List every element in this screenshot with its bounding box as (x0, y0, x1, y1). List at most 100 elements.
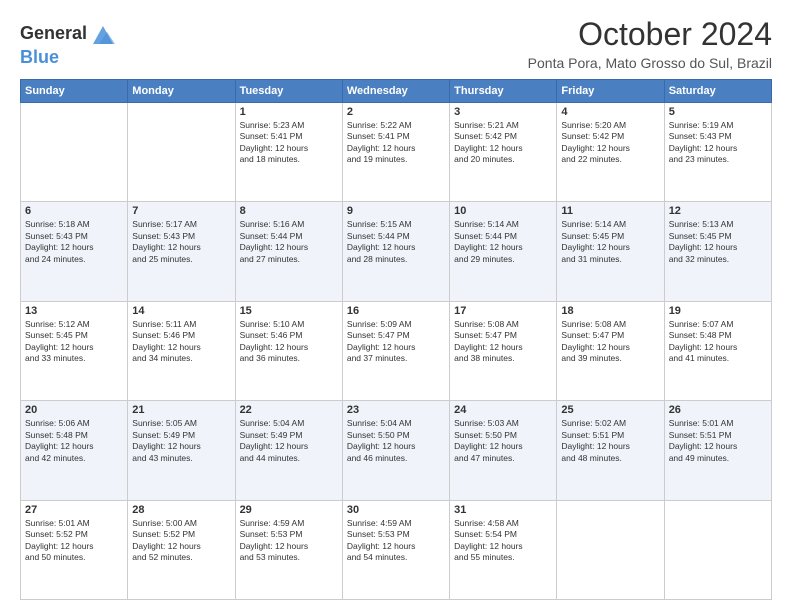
day-info: Sunrise: 5:19 AM Sunset: 5:43 PM Dayligh… (669, 120, 767, 166)
page: General Blue October 2024 Ponta Pora, Ma… (0, 0, 792, 612)
day-info: Sunrise: 5:22 AM Sunset: 5:41 PM Dayligh… (347, 120, 445, 166)
day-info: Sunrise: 5:03 AM Sunset: 5:50 PM Dayligh… (454, 418, 552, 464)
table-row: 29 Sunrise: 4:59 AM Sunset: 5:53 PM Dayli… (235, 500, 342, 599)
day-number: 10 (454, 205, 552, 217)
table-row: 25 Sunrise: 5:02 AM Sunset: 5:51 PM Dayli… (557, 401, 664, 500)
header-sunday: Sunday (21, 80, 128, 103)
day-info: Sunrise: 5:18 AM Sunset: 5:43 PM Dayligh… (25, 219, 123, 265)
day-number: 27 (25, 504, 123, 516)
calendar-table: Sunday Monday Tuesday Wednesday Thursday… (20, 79, 772, 600)
day-number: 29 (240, 504, 338, 516)
header: General Blue October 2024 Ponta Pora, Ma… (20, 16, 772, 71)
table-row: 17 Sunrise: 5:08 AM Sunset: 5:47 PM Dayli… (450, 301, 557, 400)
day-number: 22 (240, 404, 338, 416)
day-info: Sunrise: 5:02 AM Sunset: 5:51 PM Dayligh… (561, 418, 659, 464)
day-info: Sunrise: 5:01 AM Sunset: 5:52 PM Dayligh… (25, 518, 123, 564)
day-info: Sunrise: 4:59 AM Sunset: 5:53 PM Dayligh… (347, 518, 445, 564)
day-number: 20 (25, 404, 123, 416)
day-info: Sunrise: 5:13 AM Sunset: 5:45 PM Dayligh… (669, 219, 767, 265)
day-number: 30 (347, 504, 445, 516)
day-number: 14 (132, 305, 230, 317)
table-row: 12Sunrise: 5:13 AM Sunset: 5:45 PM Dayli… (664, 202, 771, 301)
table-row: 3Sunrise: 5:21 AM Sunset: 5:42 PM Daylig… (450, 103, 557, 202)
day-info: Sunrise: 5:08 AM Sunset: 5:47 PM Dayligh… (454, 319, 552, 365)
day-info: Sunrise: 5:14 AM Sunset: 5:44 PM Dayligh… (454, 219, 552, 265)
table-row: 11 Sunrise: 5:14 AM Sunset: 5:45 PM Dayli… (557, 202, 664, 301)
table-row: 23Sunrise: 5:04 AM Sunset: 5:50 PM Dayli… (342, 401, 449, 500)
day-number: 5 (669, 106, 767, 118)
table-row: 6Sunrise: 5:18 AM Sunset: 5:43 PM Daylig… (21, 202, 128, 301)
table-row: 21Sunrise: 5:05 AM Sunset: 5:49 PM Dayli… (128, 401, 235, 500)
table-row: 9Sunrise: 5:15 AM Sunset: 5:44 PM Daylig… (342, 202, 449, 301)
table-row: 31 Sunrise: 4:58 AM Sunset: 5:54 PM Dayli… (450, 500, 557, 599)
day-number: 7 (132, 205, 230, 217)
day-number: 24 (454, 404, 552, 416)
day-info: Sunrise: 4:58 AM Sunset: 5:54 PM Dayligh… (454, 518, 552, 564)
table-row: 14 Sunrise: 5:11 AM Sunset: 5:46 PM Dayli… (128, 301, 235, 400)
table-row: 22 Sunrise: 5:04 AM Sunset: 5:49 PM Dayli… (235, 401, 342, 500)
header-monday: Monday (128, 80, 235, 103)
header-wednesday: Wednesday (342, 80, 449, 103)
day-number: 16 (347, 305, 445, 317)
logo: General Blue (20, 20, 117, 68)
header-tuesday: Tuesday (235, 80, 342, 103)
table-row: 20 Sunrise: 5:06 AM Sunset: 5:48 PM Dayli… (21, 401, 128, 500)
day-info: Sunrise: 5:11 AM Sunset: 5:46 PM Dayligh… (132, 319, 230, 365)
day-number: 17 (454, 305, 552, 317)
day-info: Sunrise: 5:16 AM Sunset: 5:44 PM Dayligh… (240, 219, 338, 265)
day-number: 8 (240, 205, 338, 217)
table-row: 24 Sunrise: 5:03 AM Sunset: 5:50 PM Dayli… (450, 401, 557, 500)
day-info: Sunrise: 5:14 AM Sunset: 5:45 PM Dayligh… (561, 219, 659, 265)
table-row (128, 103, 235, 202)
table-row (664, 500, 771, 599)
logo-blue: Blue (20, 47, 59, 67)
table-row: 13Sunrise: 5:12 AM Sunset: 5:45 PM Dayli… (21, 301, 128, 400)
day-info: Sunrise: 5:05 AM Sunset: 5:49 PM Dayligh… (132, 418, 230, 464)
header-thursday: Thursday (450, 80, 557, 103)
day-info: Sunrise: 5:10 AM Sunset: 5:46 PM Dayligh… (240, 319, 338, 365)
table-row: 30 Sunrise: 4:59 AM Sunset: 5:53 PM Dayli… (342, 500, 449, 599)
day-number: 18 (561, 305, 659, 317)
header-friday: Friday (557, 80, 664, 103)
day-info: Sunrise: 5:17 AM Sunset: 5:43 PM Dayligh… (132, 219, 230, 265)
day-number: 31 (454, 504, 552, 516)
day-number: 19 (669, 305, 767, 317)
day-number: 15 (240, 305, 338, 317)
day-number: 3 (454, 106, 552, 118)
day-info: Sunrise: 4:59 AM Sunset: 5:53 PM Dayligh… (240, 518, 338, 564)
table-row: 4 Sunrise: 5:20 AM Sunset: 5:42 PM Daylig… (557, 103, 664, 202)
day-info: Sunrise: 5:04 AM Sunset: 5:50 PM Dayligh… (347, 418, 445, 464)
day-number: 9 (347, 205, 445, 217)
title-block: October 2024 Ponta Pora, Mato Grosso do … (528, 16, 772, 71)
table-row: 15 Sunrise: 5:10 AM Sunset: 5:46 PM Dayli… (235, 301, 342, 400)
day-number: 26 (669, 404, 767, 416)
day-info: Sunrise: 5:23 AM Sunset: 5:41 PM Dayligh… (240, 120, 338, 166)
table-row: 28Sunrise: 5:00 AM Sunset: 5:52 PM Dayli… (128, 500, 235, 599)
month-title: October 2024 (528, 16, 772, 53)
day-info: Sunrise: 5:20 AM Sunset: 5:42 PM Dayligh… (561, 120, 659, 166)
day-info: Sunrise: 5:04 AM Sunset: 5:49 PM Dayligh… (240, 418, 338, 464)
table-row: 26Sunrise: 5:01 AM Sunset: 5:51 PM Dayli… (664, 401, 771, 500)
table-row: 19Sunrise: 5:07 AM Sunset: 5:48 PM Dayli… (664, 301, 771, 400)
day-number: 28 (132, 504, 230, 516)
day-number: 2 (347, 106, 445, 118)
logo-text: General Blue (20, 20, 117, 68)
calendar-week-row: 27 Sunrise: 5:01 AM Sunset: 5:52 PM Dayli… (21, 500, 772, 599)
calendar-week-row: 1 Sunrise: 5:23 AM Sunset: 5:41 PM Daylig… (21, 103, 772, 202)
day-number: 11 (561, 205, 659, 217)
day-info: Sunrise: 5:09 AM Sunset: 5:47 PM Dayligh… (347, 319, 445, 365)
table-row: 7 Sunrise: 5:17 AM Sunset: 5:43 PM Daylig… (128, 202, 235, 301)
logo-icon (89, 20, 117, 48)
location-subtitle: Ponta Pora, Mato Grosso do Sul, Brazil (528, 55, 772, 71)
calendar-week-row: 13Sunrise: 5:12 AM Sunset: 5:45 PM Dayli… (21, 301, 772, 400)
day-info: Sunrise: 5:06 AM Sunset: 5:48 PM Dayligh… (25, 418, 123, 464)
day-number: 1 (240, 106, 338, 118)
table-row: 1 Sunrise: 5:23 AM Sunset: 5:41 PM Daylig… (235, 103, 342, 202)
table-row: 18 Sunrise: 5:08 AM Sunset: 5:47 PM Dayli… (557, 301, 664, 400)
day-number: 25 (561, 404, 659, 416)
calendar-week-row: 20 Sunrise: 5:06 AM Sunset: 5:48 PM Dayli… (21, 401, 772, 500)
day-number: 4 (561, 106, 659, 118)
day-info: Sunrise: 5:08 AM Sunset: 5:47 PM Dayligh… (561, 319, 659, 365)
logo-general: General (20, 23, 87, 43)
table-row: 8 Sunrise: 5:16 AM Sunset: 5:44 PM Daylig… (235, 202, 342, 301)
